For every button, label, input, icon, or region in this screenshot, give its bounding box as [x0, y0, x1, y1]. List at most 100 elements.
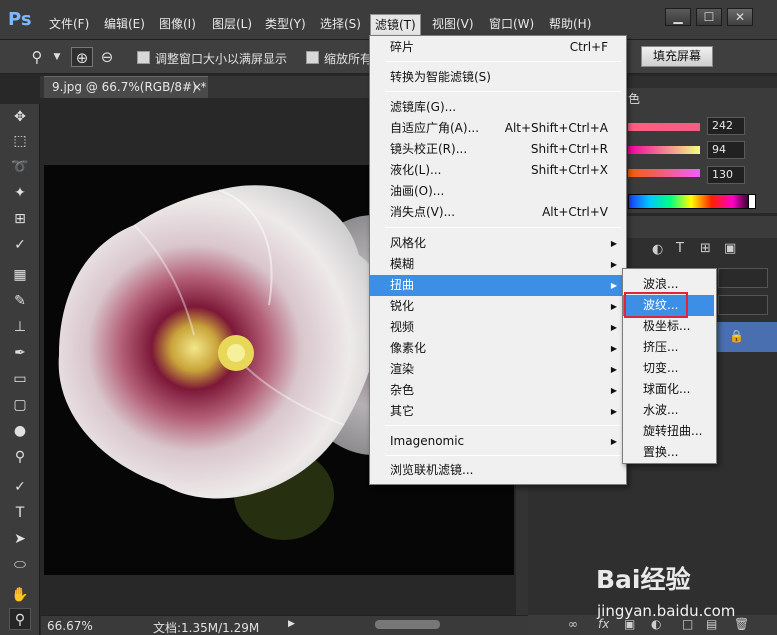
- baidu-watermark-url: jingyan.baidu.com: [597, 602, 736, 620]
- eyedropper-tool-icon[interactable]: ✓: [9, 234, 31, 256]
- brush-tool-icon[interactable]: ✎: [9, 290, 31, 312]
- distort-displace[interactable]: 置换...: [623, 442, 714, 463]
- filter-render[interactable]: 渲染 ▶: [370, 359, 624, 380]
- menu-label: 其它: [390, 404, 415, 418]
- zoom-in-icon[interactable]: ⊕: [71, 47, 93, 67]
- tools-panel: ✥ ⬚ ➰ ✦ ⊞ ✓ ▦ ✎ ⊥ ✒ ▭ ▢ ● ⚲ ✓ T ➤ ⬭ ✋ ⚲: [0, 104, 40, 635]
- blue-value-field[interactable]: 130: [707, 166, 745, 184]
- filter-imagenomic[interactable]: Imagenomic ▶: [370, 431, 624, 452]
- adaptive-wide-angle[interactable]: 自适应广角(A)... Alt+Shift+Ctrl+A: [370, 118, 624, 139]
- menu-file[interactable]: 文件(F): [49, 16, 89, 32]
- menu-image[interactable]: 图像(I): [159, 16, 196, 32]
- filter-pixelate[interactable]: 像素化 ▶: [370, 338, 624, 359]
- document-tab-label: 9.jpg @ 66.7%(RGB/8#) *: [52, 80, 207, 94]
- dodge-tool-icon[interactable]: ⚲: [9, 446, 31, 468]
- type-tool-icon[interactable]: T: [9, 502, 31, 524]
- menu-help[interactable]: 帮助(H): [549, 16, 591, 32]
- gradient-tool-icon[interactable]: ▢: [9, 394, 31, 416]
- red-slider[interactable]: [628, 123, 700, 131]
- blue-slider[interactable]: [628, 169, 700, 177]
- filter-last-fragment[interactable]: 碎片 Ctrl+F: [370, 37, 624, 58]
- browse-online-filters[interactable]: 浏览联机滤镜...: [370, 460, 624, 481]
- white-swatch[interactable]: [748, 194, 756, 209]
- menu-select[interactable]: 选择(S): [320, 16, 361, 32]
- submenu-arrow-icon: ▶: [610, 281, 617, 290]
- distort-pinch[interactable]: 挤压...: [623, 337, 714, 358]
- filter-video[interactable]: 视频 ▶: [370, 317, 624, 338]
- close-button[interactable]: ✕: [727, 8, 753, 26]
- submenu-arrow-icon: ▶: [610, 239, 617, 248]
- ellipse-tool-icon[interactable]: ⬭: [9, 554, 31, 576]
- pen-tool-icon[interactable]: ✓: [9, 476, 31, 498]
- zoom-tool-icon[interactable]: ⚲: [26, 47, 48, 67]
- blur-tool-icon[interactable]: ●: [9, 420, 31, 442]
- lock-icon: 🔒: [729, 329, 744, 343]
- zoom-level[interactable]: 66.67%: [47, 619, 93, 633]
- filter-noise[interactable]: 杂色 ▶: [370, 380, 624, 401]
- horizontal-scrollbar-thumb[interactable]: [375, 620, 440, 629]
- menu-edit[interactable]: 编辑(E): [104, 16, 145, 32]
- healing-brush-tool-icon[interactable]: ▦: [9, 264, 31, 286]
- menu-window[interactable]: 窗口(W): [489, 16, 534, 32]
- adjustment-filter-icon[interactable]: ◐: [652, 242, 663, 257]
- green-slider[interactable]: [628, 146, 700, 154]
- minimize-button[interactable]: ▁: [665, 8, 691, 26]
- chevron-down-icon[interactable]: ▼: [46, 47, 68, 67]
- distort-spherize[interactable]: 球面化...: [623, 379, 714, 400]
- opacity-field[interactable]: [718, 268, 768, 288]
- lasso-tool-icon[interactable]: ➰: [9, 156, 31, 178]
- menu-layer[interactable]: 图层(L): [212, 16, 252, 32]
- menu-shortcut: Shift+Ctrl+R: [530, 142, 608, 156]
- oil-paint[interactable]: 油画(O)...: [370, 181, 624, 202]
- fill-screen-button[interactable]: 填充屏幕: [641, 46, 713, 67]
- zoom-out-icon[interactable]: ⊖: [96, 47, 118, 67]
- vanishing-point[interactable]: 消失点(V)... Alt+Ctrl+V: [370, 202, 624, 223]
- zoom-tool-icon[interactable]: ⚲: [9, 608, 31, 630]
- document-tab[interactable]: 9.jpg @ 66.7%(RGB/8#) * ×: [44, 76, 208, 98]
- path-selection-tool-icon[interactable]: ➤: [9, 528, 31, 550]
- smart-object-filter-icon[interactable]: ▣: [724, 241, 736, 256]
- liquify[interactable]: 液化(L)... Shift+Ctrl+X: [370, 160, 624, 181]
- clone-stamp-tool-icon[interactable]: ⊥: [9, 316, 31, 338]
- lens-correction[interactable]: 镜头校正(R)... Shift+Ctrl+R: [370, 139, 624, 160]
- menu-view[interactable]: 视图(V): [432, 16, 474, 32]
- menu-shortcut: Alt+Ctrl+V: [542, 205, 608, 219]
- zoom-all-checkbox[interactable]: [306, 51, 319, 64]
- green-value-field[interactable]: 94: [707, 141, 745, 159]
- shape-filter-icon[interactable]: ⊞: [700, 241, 711, 256]
- convert-smart-filter[interactable]: 转换为智能滤镜(S): [370, 67, 624, 88]
- marquee-tool-icon[interactable]: ⬚: [9, 130, 31, 152]
- move-tool-icon[interactable]: ✥: [9, 106, 31, 128]
- distort-twirl[interactable]: 旋转扭曲...: [623, 421, 714, 442]
- filter-sharpen[interactable]: 锐化 ▶: [370, 296, 624, 317]
- filter-other[interactable]: 其它 ▶: [370, 401, 624, 422]
- distort-polar-coordinates[interactable]: 极坐标...: [623, 316, 714, 337]
- delete-layer-icon[interactable]: 🗑: [734, 617, 749, 631]
- distort-zigzag[interactable]: 水波...: [623, 400, 714, 421]
- filter-gallery[interactable]: 滤镜库(G)...: [370, 97, 624, 118]
- eraser-tool-icon[interactable]: ▭: [9, 368, 31, 390]
- status-menu-arrow-icon[interactable]: ▶: [288, 619, 295, 629]
- close-tab-icon[interactable]: ×: [192, 77, 202, 97]
- distort-shear[interactable]: 切变...: [623, 358, 714, 379]
- baidu-watermark-logo: Bai经验: [596, 565, 691, 594]
- color-spectrum-bar[interactable]: [628, 194, 754, 209]
- crop-tool-icon[interactable]: ⊞: [9, 208, 31, 230]
- red-value-field[interactable]: 242: [707, 117, 745, 135]
- menu-label: 像素化: [390, 341, 427, 355]
- menu-label: 浏览联机滤镜...: [390, 463, 474, 477]
- filter-stylize[interactable]: 风格化 ▶: [370, 233, 624, 254]
- magic-wand-tool-icon[interactable]: ✦: [9, 182, 31, 204]
- hand-tool-icon[interactable]: ✋: [9, 584, 31, 606]
- maximize-button[interactable]: ☐: [696, 8, 722, 26]
- ripple-highlight-annotation: [624, 292, 688, 318]
- resize-windows-checkbox[interactable]: [137, 51, 150, 64]
- link-layers-icon[interactable]: ∞: [568, 617, 578, 631]
- menu-type[interactable]: 类型(Y): [265, 16, 306, 32]
- fill-field[interactable]: [718, 295, 768, 315]
- menu-filter[interactable]: 滤镜(T): [370, 14, 421, 36]
- filter-distort[interactable]: 扭曲 ▶: [370, 275, 624, 296]
- history-brush-tool-icon[interactable]: ✒: [9, 342, 31, 364]
- type-filter-icon[interactable]: T: [676, 241, 684, 256]
- filter-blur[interactable]: 模糊 ▶: [370, 254, 624, 275]
